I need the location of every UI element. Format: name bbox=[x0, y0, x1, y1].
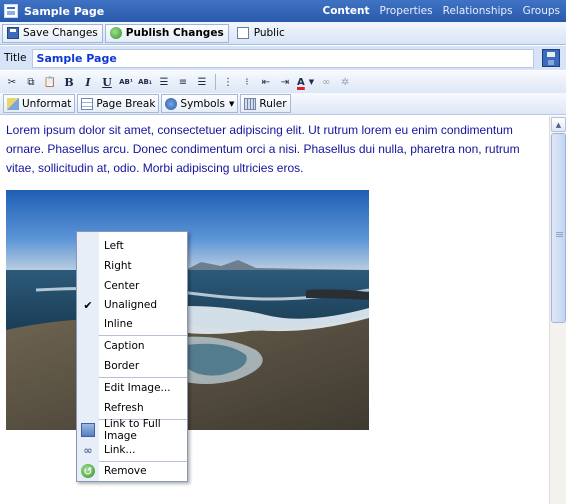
align-left-icon[interactable]: ☰ bbox=[155, 73, 173, 91]
toolbar-divider bbox=[215, 74, 216, 90]
italic-button[interactable]: I bbox=[79, 73, 97, 91]
menu-item-label: Inline bbox=[104, 318, 133, 330]
image-icon bbox=[81, 423, 95, 437]
superscript-button[interactable]: AB¹ bbox=[117, 73, 135, 91]
ruler-button[interactable]: Ruler bbox=[240, 94, 291, 113]
menu-item-label: Refresh bbox=[104, 402, 144, 414]
save-changes-label: Save Changes bbox=[23, 27, 98, 39]
menu-item-edit-image[interactable]: Edit Image... bbox=[77, 378, 187, 398]
menu-item-right[interactable]: Right bbox=[77, 256, 187, 276]
title-bar: Sample Page Content Properties Relations… bbox=[0, 0, 566, 22]
vertical-scrollbar[interactable]: ▲ bbox=[549, 116, 566, 504]
page-break-button[interactable]: Page Break bbox=[77, 94, 160, 113]
symbols-label: Symbols bbox=[180, 97, 225, 110]
title-field-row: Title Sample Page bbox=[0, 46, 566, 70]
top-nav: Content Properties Relationships Groups bbox=[313, 5, 566, 17]
ruler-label: Ruler bbox=[259, 97, 287, 110]
menu-item-center[interactable]: Center bbox=[77, 276, 187, 296]
menu-item-link[interactable]: ∞ Link... bbox=[77, 440, 187, 460]
menu-item-inline[interactable]: Inline bbox=[77, 314, 187, 334]
unformat-button[interactable]: Unformat bbox=[3, 94, 76, 113]
align-center-icon[interactable]: ≡ bbox=[174, 73, 192, 91]
remove-icon: ↺ bbox=[81, 464, 95, 478]
menu-item-unaligned[interactable]: ✔ Unaligned bbox=[77, 295, 187, 315]
menu-item-link-full-image[interactable]: Link to Full Image bbox=[77, 418, 187, 442]
bold-button[interactable]: B bbox=[60, 73, 78, 91]
menu-item-label: Caption bbox=[104, 340, 145, 352]
menu-item-label: Edit Image... bbox=[104, 382, 171, 394]
symbols-button[interactable]: Symbols ▼ bbox=[161, 94, 239, 113]
save-title-icon[interactable] bbox=[542, 49, 560, 67]
menu-item-label: Remove bbox=[104, 465, 147, 477]
menu-item-label: Center bbox=[104, 280, 140, 292]
page-break-label: Page Break bbox=[96, 97, 156, 110]
public-label: Public bbox=[253, 27, 285, 39]
link-icon[interactable]: ∞ bbox=[317, 73, 335, 91]
chevron-down-icon: ▼ bbox=[308, 78, 315, 86]
menu-item-left[interactable]: Left bbox=[77, 236, 187, 256]
title-label: Title bbox=[4, 52, 27, 64]
publish-changes-label: Publish Changes bbox=[125, 27, 224, 39]
globe-icon bbox=[165, 97, 178, 110]
insert-toolbar: Unformat Page Break Symbols ▼ Ruler bbox=[0, 93, 566, 115]
menu-item-label: Unaligned bbox=[104, 299, 158, 311]
image-context-menu: Left Right Center ✔ Unaligned Inline Cap… bbox=[76, 231, 188, 482]
menu-item-refresh[interactable]: Refresh bbox=[77, 398, 187, 418]
menu-item-label: Left bbox=[104, 240, 124, 252]
font-color-button[interactable]: A ▼ bbox=[295, 73, 316, 91]
scroll-thumb[interactable] bbox=[551, 133, 566, 323]
format-toolbar: ✂ ⧉ 📋 B I U AB¹ AB₁ ☰ ≡ ☰ ⋮ ⁝ ⇤ ⇥ A ▼ ∞ … bbox=[0, 71, 566, 93]
subscript-button[interactable]: AB₁ bbox=[136, 73, 154, 91]
unformat-label: Unformat bbox=[22, 97, 72, 110]
numbered-list-icon[interactable]: ⋮ bbox=[219, 73, 237, 91]
nav-properties[interactable]: Properties bbox=[380, 5, 433, 17]
page-break-icon bbox=[81, 97, 94, 110]
menu-item-label: Link to Full Image bbox=[104, 418, 161, 442]
chevron-down-icon: ▼ bbox=[229, 99, 235, 108]
bullet-list-icon[interactable]: ⁝ bbox=[238, 73, 256, 91]
menu-item-caption[interactable]: Caption bbox=[77, 336, 187, 356]
scroll-up-icon[interactable]: ▲ bbox=[551, 117, 566, 132]
checkmark-icon: ✔ bbox=[83, 298, 93, 312]
indent-icon[interactable]: ⇥ bbox=[276, 73, 294, 91]
menu-item-border[interactable]: Border bbox=[77, 356, 187, 376]
action-bar: Save Changes Publish Changes Public bbox=[0, 22, 566, 45]
publish-icon bbox=[109, 27, 122, 39]
grip-icon bbox=[556, 232, 563, 238]
save-changes-button[interactable]: Save Changes bbox=[2, 23, 103, 43]
underline-button[interactable]: U bbox=[98, 73, 116, 91]
outdent-icon[interactable]: ⇤ bbox=[257, 73, 275, 91]
body-paragraph[interactable]: Lorem ipsum dolor sit amet, consectetuer… bbox=[6, 121, 536, 178]
font-color-icon: A bbox=[297, 76, 305, 88]
nav-groups[interactable]: Groups bbox=[523, 5, 560, 17]
copy-icon[interactable]: ⧉ bbox=[22, 73, 40, 91]
eraser-icon bbox=[7, 97, 19, 110]
publish-changes-button[interactable]: Publish Changes bbox=[104, 23, 229, 43]
link-icon: ∞ bbox=[83, 443, 93, 457]
menu-item-label: Link... bbox=[104, 444, 136, 456]
nav-relationships[interactable]: Relationships bbox=[443, 5, 513, 17]
menu-item-remove[interactable]: ↺ Remove bbox=[77, 461, 187, 481]
title-input[interactable]: Sample Page bbox=[31, 48, 534, 68]
align-right-icon[interactable]: ☰ bbox=[193, 73, 211, 91]
page-icon bbox=[4, 4, 18, 18]
ruler-icon bbox=[244, 97, 257, 110]
unlink-icon[interactable]: ✲ bbox=[336, 73, 354, 91]
nav-content[interactable]: Content bbox=[323, 5, 370, 17]
page-title: Sample Page bbox=[24, 4, 105, 18]
menu-item-label: Right bbox=[104, 260, 132, 272]
public-checkbox[interactable] bbox=[236, 27, 249, 39]
save-icon bbox=[7, 27, 19, 39]
cut-icon[interactable]: ✂ bbox=[3, 73, 21, 91]
menu-item-label: Border bbox=[104, 360, 140, 372]
paste-icon[interactable]: 📋 bbox=[41, 73, 59, 91]
